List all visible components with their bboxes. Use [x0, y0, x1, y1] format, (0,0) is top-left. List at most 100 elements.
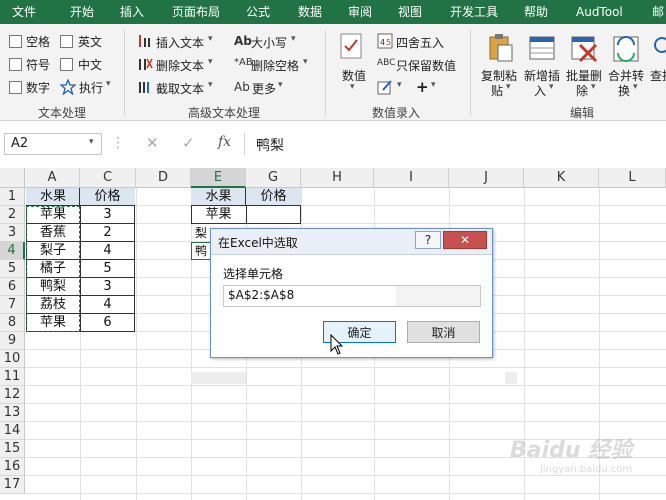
watermark-text: Baidu 经验: [510, 438, 633, 463]
checkbox-chinese[interactable]: [60, 58, 73, 71]
dialog-title: 在Excel中选取: [218, 236, 298, 250]
find-button[interactable]: 查找: [650, 67, 666, 84]
chevron-down-icon: ▾: [591, 82, 596, 92]
table1-header-fruit[interactable]: 水果: [26, 188, 80, 206]
table1-header-price[interactable]: 价格: [80, 188, 135, 206]
table1-cell-c8[interactable]: 6: [80, 314, 135, 332]
column-header-e[interactable]: E: [191, 168, 246, 188]
range-input[interactable]: $A$2:$A$8: [223, 285, 481, 307]
execute-button[interactable]: 执行: [79, 79, 103, 96]
tab-insert[interactable]: 插入: [120, 0, 144, 24]
column-header-j[interactable]: J: [449, 168, 524, 188]
insert-text-button[interactable]: 插入文本: [156, 34, 204, 51]
name-box[interactable]: A2 ▾: [4, 133, 102, 155]
add-insert-label-2: 入: [534, 84, 547, 98]
help-button[interactable]: ?: [415, 231, 441, 249]
delete-space-button[interactable]: 删除空格: [251, 57, 299, 74]
column-header-h[interactable]: H: [301, 168, 374, 188]
row-header[interactable]: 2: [0, 206, 25, 224]
extract-text-button[interactable]: 截取文本: [156, 80, 204, 97]
row-header[interactable]: 12: [0, 386, 25, 404]
table2-cell-e3[interactable]: 梨: [191, 224, 211, 242]
row-header[interactable]: 9: [0, 332, 25, 350]
close-button[interactable]: ✕: [443, 231, 487, 249]
grid-artifact: [191, 372, 246, 384]
keep-value-icon: ABC: [377, 58, 396, 68]
group-label-advanced-text: 高级文本处理: [188, 106, 261, 120]
tab-help[interactable]: 帮助: [524, 0, 548, 24]
row-header[interactable]: 7: [0, 296, 25, 314]
row-header[interactable]: 3: [0, 224, 25, 242]
case-button[interactable]: 大小写: [251, 34, 287, 51]
table1-cell-c7[interactable]: 4: [80, 296, 135, 314]
column-header-a[interactable]: A: [25, 168, 80, 188]
delete-text-button[interactable]: 删除文本: [156, 57, 204, 74]
column-header-l[interactable]: L: [599, 168, 666, 188]
row-header[interactable]: 5: [0, 260, 25, 278]
table1-cell-c5[interactable]: 5: [80, 260, 135, 278]
tab-view[interactable]: 视图: [398, 0, 422, 24]
checkbox-number[interactable]: [9, 81, 22, 94]
cancel-formula-icon[interactable]: ✕: [146, 134, 159, 152]
checkbox-english[interactable]: [60, 35, 73, 48]
table2-cell-e4[interactable]: 鸭: [192, 242, 210, 260]
table1-cell-c4[interactable]: 4: [80, 242, 135, 260]
more-button[interactable]: 更多: [252, 80, 276, 97]
tab-formulas[interactable]: 公式: [246, 0, 270, 24]
row-header[interactable]: 14: [0, 422, 25, 440]
tab-home[interactable]: 开始: [70, 0, 94, 24]
delete-space-icon: *AB: [234, 57, 253, 68]
keep-value-button[interactable]: 只保留数值: [396, 57, 456, 74]
help-icon: ?: [424, 233, 432, 247]
tab-data[interactable]: 数据: [298, 0, 322, 24]
name-box-value: A2: [11, 136, 29, 151]
chevron-down-icon: ▾: [633, 82, 638, 92]
watermark-url: jingyan.baidu.com: [540, 464, 633, 475]
table1-cell-c3[interactable]: 2: [80, 224, 135, 242]
checkbox-chinese-label: 中文: [78, 58, 103, 72]
case-icon: Ab: [234, 34, 252, 48]
dialog-title-bar[interactable]: 在Excel中选取 ? ✕: [211, 229, 492, 255]
row-header[interactable]: 17: [0, 476, 25, 494]
checkbox-space-label: 空格: [26, 35, 51, 49]
tab-audtool[interactable]: AudTool: [576, 0, 623, 24]
row-header[interactable]: 6: [0, 278, 25, 296]
column-header-g[interactable]: G: [246, 168, 301, 188]
column-header-d[interactable]: D: [136, 168, 191, 188]
fx-icon[interactable]: fx: [218, 134, 231, 150]
more-icon: Ab: [234, 80, 250, 94]
plus-icon[interactable]: +: [416, 78, 429, 96]
table2-header-fruit[interactable]: 水果: [191, 188, 246, 206]
round-button[interactable]: 四舍五入: [396, 34, 444, 51]
tab-page-layout[interactable]: 页面布局: [172, 0, 220, 24]
table2-header-price[interactable]: 价格: [246, 188, 301, 206]
row-header[interactable]: 10: [0, 350, 25, 368]
select-all-corner[interactable]: [0, 168, 25, 188]
table2-divider: [246, 206, 247, 224]
tab-mail[interactable]: 邮: [652, 0, 664, 24]
confirm-formula-icon[interactable]: ✓: [182, 134, 195, 152]
row-header[interactable]: 8: [0, 314, 25, 332]
row-header[interactable]: 13: [0, 404, 25, 422]
chevron-down-icon: ▾: [278, 80, 283, 90]
grid-artifact: [505, 372, 517, 384]
column-header-k[interactable]: K: [524, 168, 599, 188]
row-header[interactable]: 1: [0, 188, 25, 206]
table1-cell-c2[interactable]: 3: [80, 206, 135, 224]
tab-file[interactable]: 文件: [12, 0, 36, 24]
tab-review[interactable]: 审阅: [348, 0, 372, 24]
formula-input[interactable]: 鸭梨: [256, 135, 284, 155]
row-header[interactable]: 4: [0, 242, 25, 260]
checkbox-space[interactable]: [9, 35, 22, 48]
row-header[interactable]: 16: [0, 458, 25, 476]
checkbox-symbol[interactable]: [9, 58, 22, 71]
table1-cell-c6[interactable]: 3: [80, 278, 135, 296]
cancel-button[interactable]: 取消: [407, 321, 480, 343]
tab-developer[interactable]: 开发工具: [450, 0, 498, 24]
column-header-c[interactable]: C: [80, 168, 136, 188]
column-header-i[interactable]: I: [374, 168, 449, 188]
row-header[interactable]: 15: [0, 440, 25, 458]
row-header[interactable]: 11: [0, 368, 25, 386]
table2-cell-e2[interactable]: 苹果: [191, 206, 246, 224]
merge-convert-icon: [613, 36, 639, 62]
